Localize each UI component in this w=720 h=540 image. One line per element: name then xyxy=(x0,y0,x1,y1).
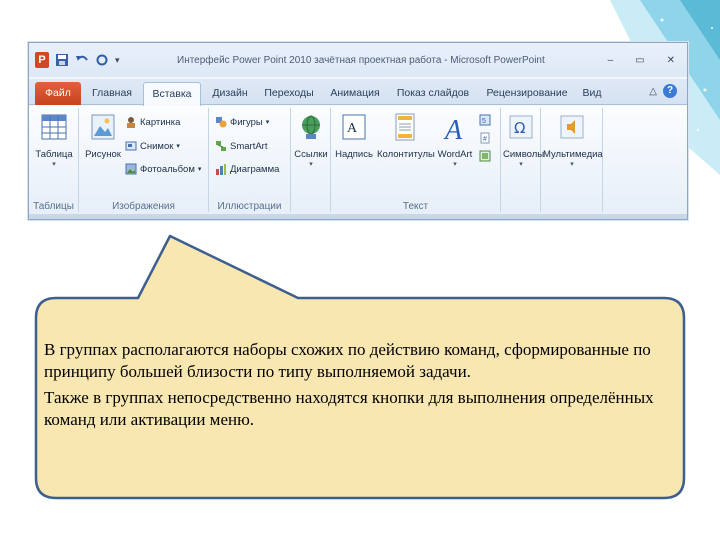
callout-paragraph-2: Также в группах непосредственно находятс… xyxy=(44,388,654,429)
callout-text: В группах располагаются наборы схожих по… xyxy=(44,339,674,435)
callout-paragraph-1: В группах располагаются наборы схожих по… xyxy=(44,340,651,381)
callout-bubble xyxy=(34,234,686,500)
